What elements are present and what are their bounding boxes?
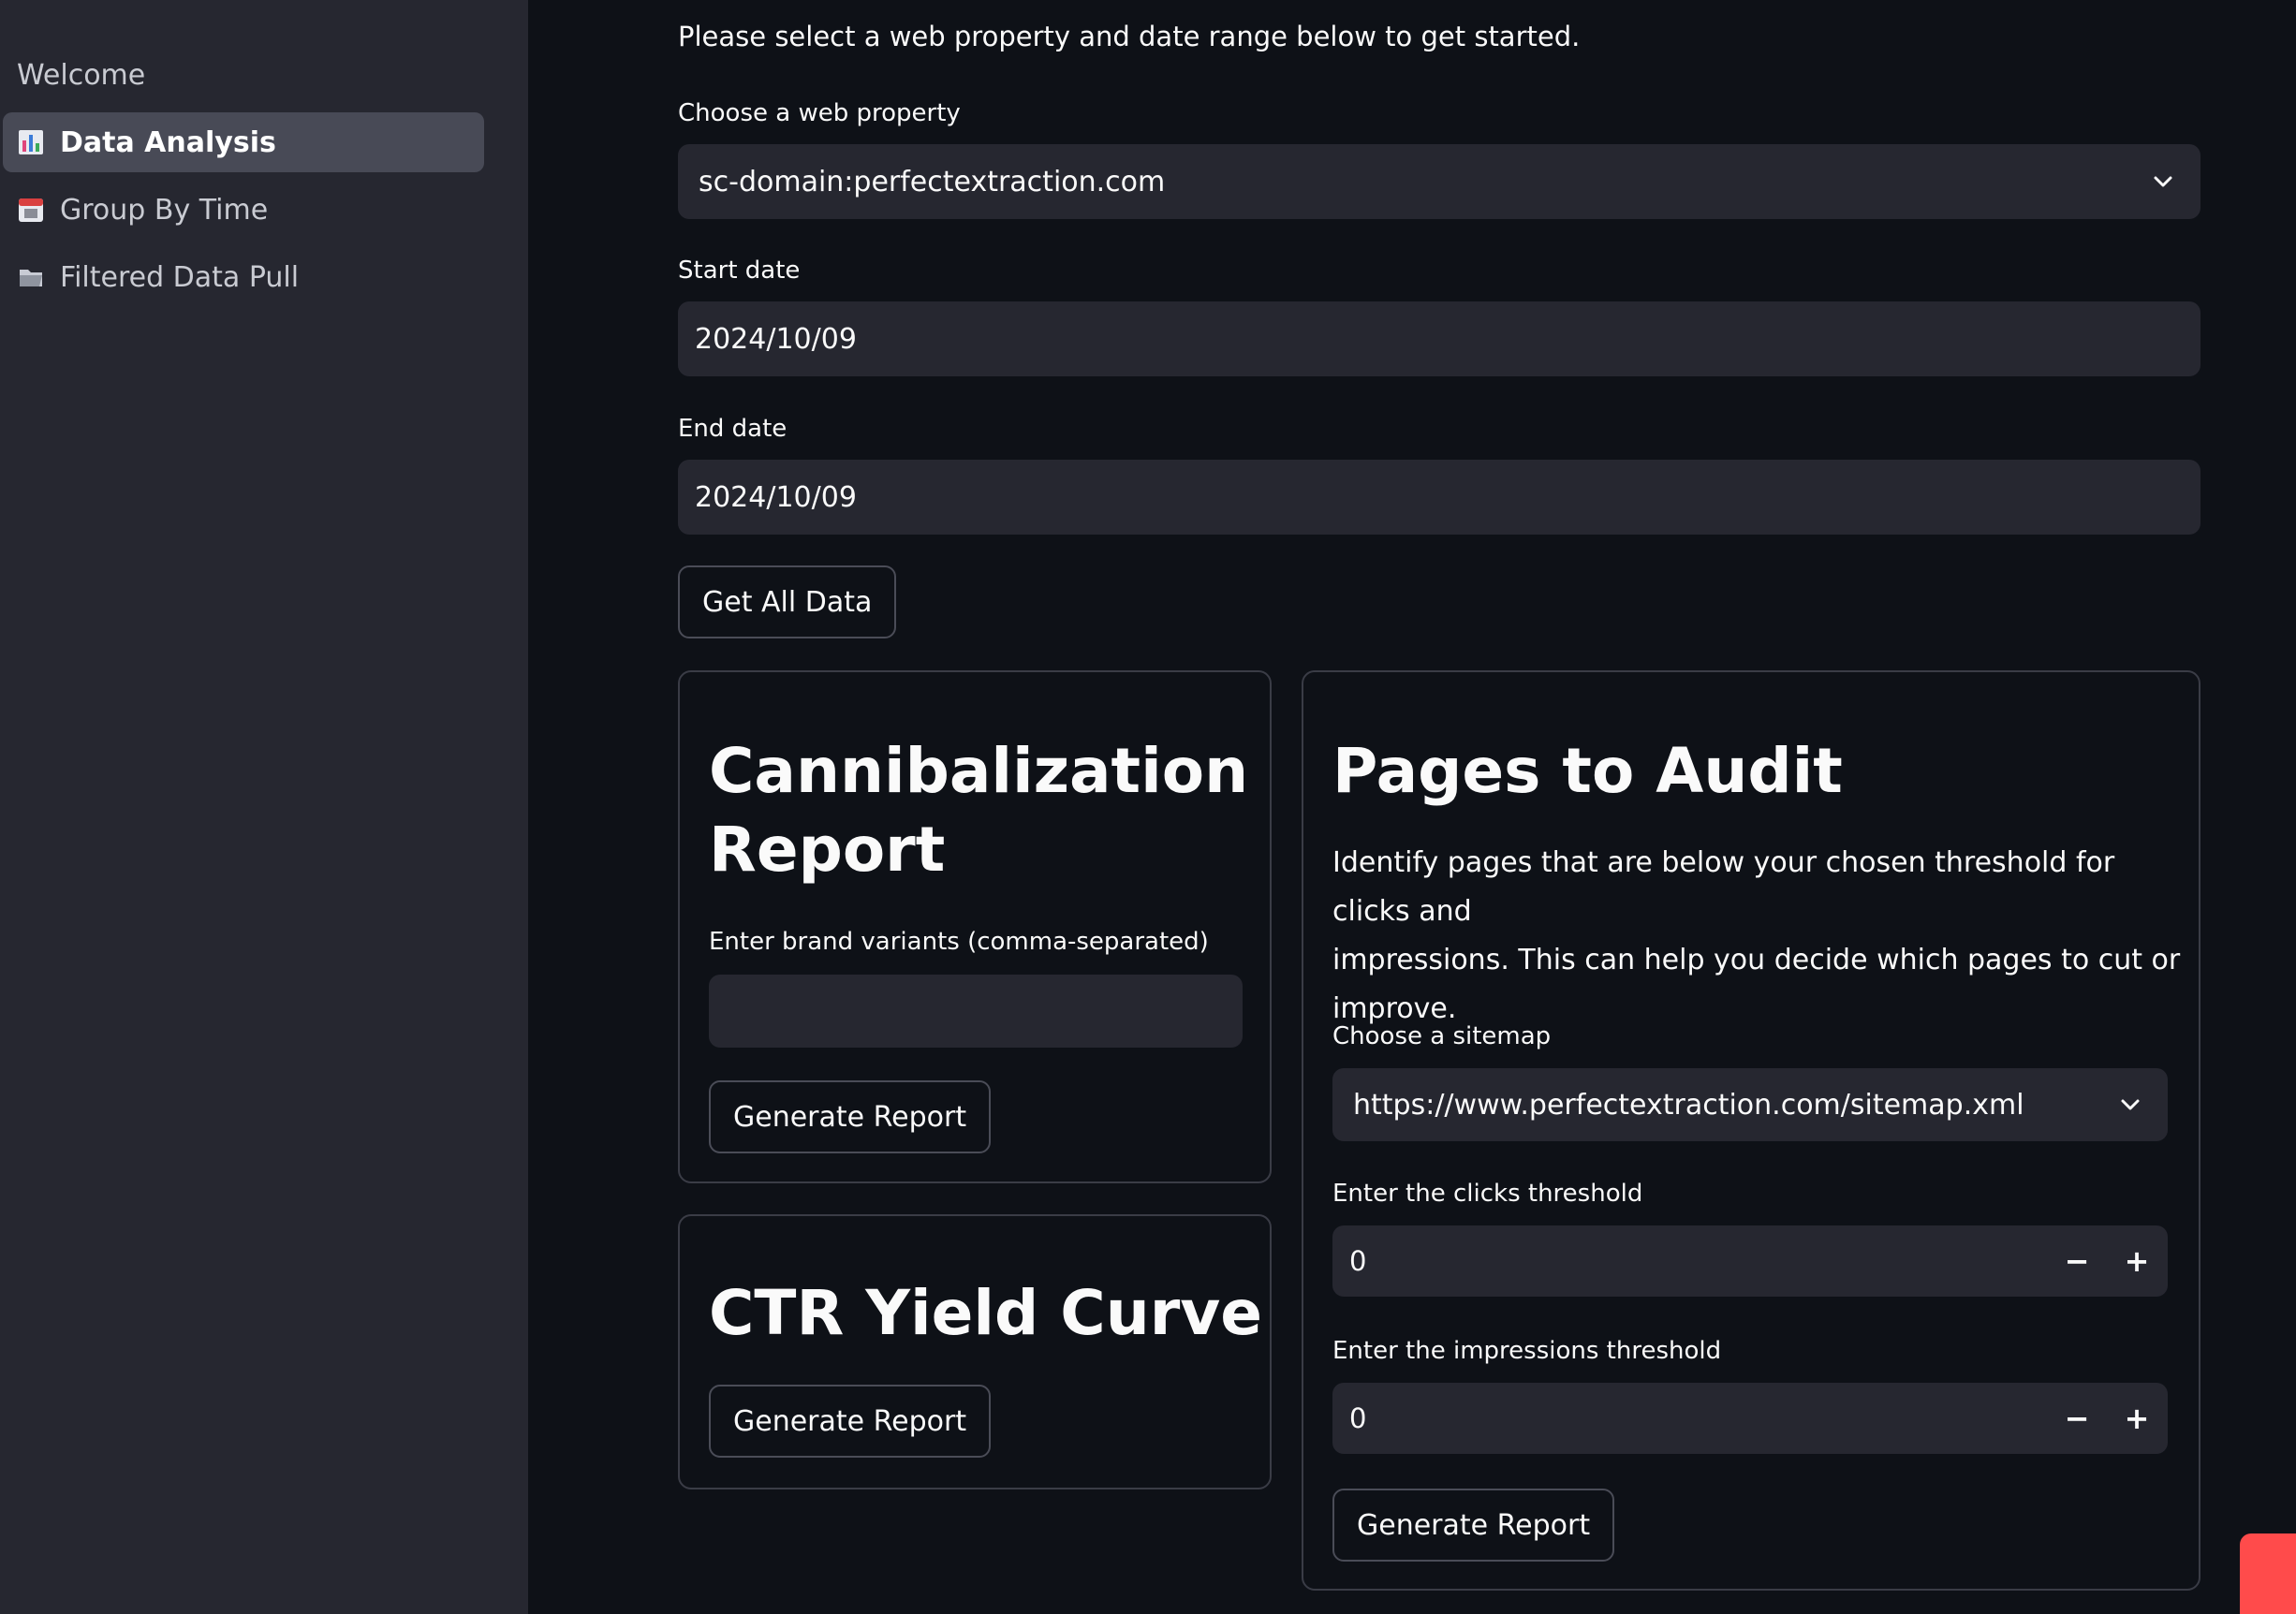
impressions-threshold-label: Enter the impressions threshold [1332,1337,1722,1365]
start-date-label: Start date [678,257,801,285]
pages-to-audit-description: Identify pages that are below your chose… [1332,846,2181,1025]
intro-text: Please select a web property and date ra… [678,21,1581,52]
app-window: Welcome Data Analysis Group By Time Filt… [0,0,2296,1614]
end-date-input[interactable]: 2024/10/09 [678,460,2200,535]
chevron-down-icon [2121,1099,2140,1110]
web-property-label: Choose a web property [678,99,961,127]
web-property-select[interactable]: sc-domain:perfectextraction.com [678,144,2200,219]
bar-chart-icon [17,128,45,156]
ctr-yield-card: CTR Yield Curve Generate Report [678,1214,1272,1489]
clicks-decrement-button[interactable]: − [2048,1225,2106,1297]
sitemap-select[interactable]: https://www.perfectextraction.com/sitema… [1332,1068,2168,1141]
sidebar: Welcome Data Analysis Group By Time Filt… [0,0,528,1614]
brand-variants-input[interactable] [709,975,1243,1048]
impressions-threshold-value: 0 [1349,1402,1367,1434]
cannibalization-generate-button[interactable]: Generate Report [709,1080,992,1153]
sitemap-value: https://www.perfectextraction.com/sitema… [1353,1088,2024,1122]
corner-widget-button[interactable] [2240,1533,2296,1614]
sidebar-item-data-analysis[interactable]: Data Analysis [3,112,484,172]
clicks-threshold-label: Enter the clicks threshold [1332,1180,1643,1208]
get-all-data-button[interactable]: Get All Data [678,565,897,638]
sidebar-item-group-by-time[interactable]: Group By Time [3,180,484,240]
sidebar-item-label: Data Analysis [60,125,276,159]
end-date-value: 2024/10/09 [695,480,857,514]
chevron-down-icon [2154,176,2172,187]
clicks-increment-button[interactable]: + [2108,1225,2166,1297]
ctr-yield-title: CTR Yield Curve [709,1277,1263,1349]
start-date-input[interactable]: 2024/10/09 [678,301,2200,376]
ctr-generate-button[interactable]: Generate Report [709,1385,992,1458]
folder-icon [17,263,45,291]
sidebar-item-label: Group By Time [60,193,269,227]
pages-to-audit-title: Pages to Audit [1332,735,1843,807]
cannibalization-card: Cannibalization Report Enter brand varia… [678,670,1272,1183]
start-date-value: 2024/10/09 [695,322,857,356]
cannibalization-title: Cannibalization Report [709,735,1249,886]
end-date-label: End date [678,415,787,443]
brand-variants-label: Enter brand variants (comma-separated) [709,928,1209,956]
pages-to-audit-card: Pages to Audit Identify pages that are b… [1302,670,2200,1591]
clicks-threshold-input[interactable]: 0 − + [1332,1225,2168,1297]
impressions-threshold-input[interactable]: 0 − + [1332,1383,2168,1454]
calendar-icon [17,196,45,224]
audit-generate-button[interactable]: Generate Report [1332,1489,1615,1562]
impressions-increment-button[interactable]: + [2108,1383,2166,1454]
sidebar-nav: Welcome Data Analysis Group By Time Filt… [3,45,484,315]
sidebar-item-label: Filtered Data Pull [60,260,300,294]
sidebar-item-label: Welcome [17,58,146,92]
web-property-value: sc-domain:perfectextraction.com [699,165,1166,198]
main-content: Please select a web property and date ra… [528,0,2296,1614]
sitemap-label: Choose a sitemap [1332,1022,1552,1050]
clicks-threshold-value: 0 [1349,1245,1367,1277]
sidebar-item-filtered-data-pull[interactable]: Filtered Data Pull [3,247,484,307]
impressions-decrement-button[interactable]: − [2048,1383,2106,1454]
sidebar-item-welcome[interactable]: Welcome [3,45,484,105]
